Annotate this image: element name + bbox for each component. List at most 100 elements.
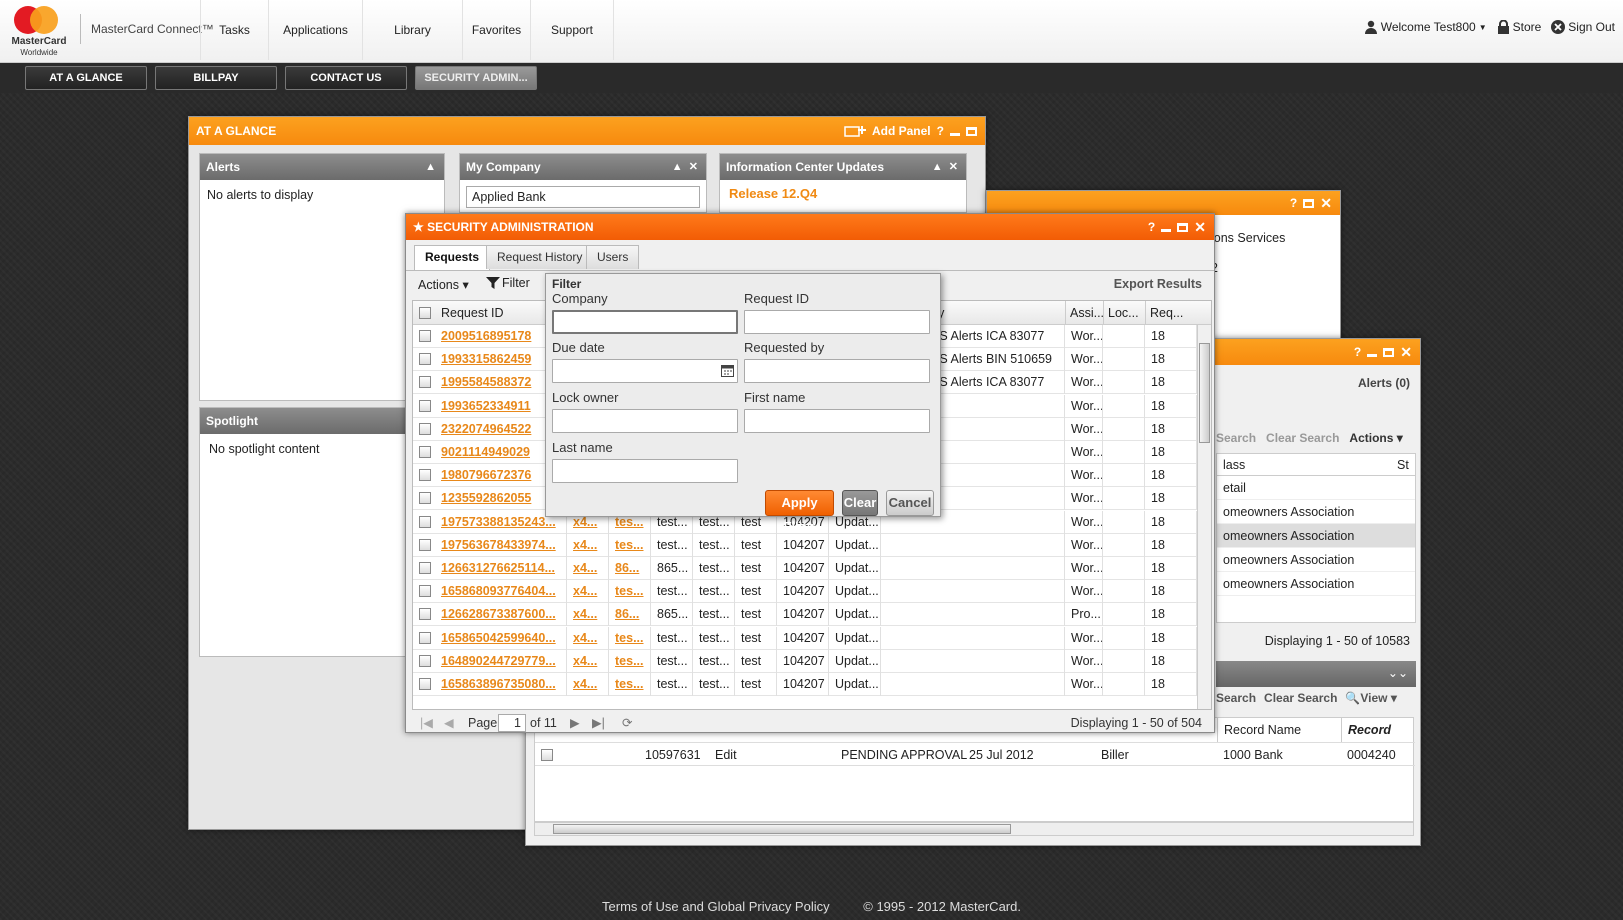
close-icon[interactable]: ✕ — [1194, 220, 1206, 234]
row-checkbox[interactable] — [419, 330, 431, 342]
table-row[interactable]: 126628673387600... x4... 86... 865... test..… — [413, 603, 1211, 627]
cell-id[interactable]: 126628673387600... — [435, 603, 567, 627]
calendar-icon[interactable] — [721, 364, 734, 377]
col-req[interactable]: Req... — [1145, 301, 1183, 325]
apply-filter-button[interactable]: Apply Filter — [765, 490, 834, 534]
view-menu[interactable]: 🔍View ▾ — [1345, 691, 1396, 705]
nav-library[interactable]: Library — [362, 0, 462, 60]
cell-a[interactable]: x4... — [567, 580, 609, 604]
expand-icon[interactable]: ⌄⌄ — [1388, 666, 1408, 680]
page-input[interactable]: 1 — [498, 714, 526, 732]
prev-page-icon[interactable]: ◀ — [444, 712, 454, 734]
maximize-icon[interactable] — [1303, 198, 1315, 208]
store-link[interactable]: Store — [1497, 20, 1541, 34]
collapse-close-icons[interactable]: ▲ ✕ — [932, 154, 958, 180]
maximize-icon[interactable] — [966, 126, 977, 136]
cell-id[interactable]: 197563678433974... — [435, 533, 567, 557]
cell-b[interactable]: tes... — [609, 649, 651, 673]
last-name-input[interactable] — [552, 459, 738, 483]
cancel-button[interactable]: Cancel — [886, 490, 934, 516]
alerts-count[interactable]: Alerts (0) — [1358, 376, 1410, 390]
row-checkbox[interactable] — [419, 585, 431, 598]
row-checkbox[interactable] — [419, 678, 431, 690]
cell-b[interactable]: tes... — [609, 533, 651, 557]
row-checkbox[interactable] — [419, 538, 431, 551]
list-item[interactable]: omeowners Association — [1217, 500, 1415, 524]
row-checkbox[interactable] — [419, 654, 431, 667]
table-row[interactable]: 10597631 Edit PENDING APPROVAL 25 Jul 20… — [535, 742, 1415, 766]
close-icon[interactable]: ✕ — [1400, 345, 1412, 359]
close-icon[interactable]: ✕ — [1320, 196, 1332, 210]
table-row[interactable]: 165868093776404... x4... tes... test... test… — [413, 580, 1211, 604]
cell-b[interactable]: tes... — [609, 626, 651, 650]
tab-at-a-glance[interactable]: AT A GLANCE — [25, 66, 147, 90]
vertical-scrollbar[interactable] — [1197, 325, 1211, 709]
add-panel-link[interactable]: Add Panel — [872, 124, 931, 138]
help-icon[interactable]: ? — [937, 124, 944, 138]
select-all-checkbox[interactable] — [419, 307, 431, 319]
row-checkbox[interactable] — [419, 353, 431, 366]
request-id-input[interactable] — [744, 310, 930, 334]
minimize-icon[interactable] — [1161, 228, 1172, 232]
col-lock[interactable]: Loc... — [1103, 301, 1139, 325]
welcome-menu[interactable]: Welcome Test800 ▼ — [1364, 20, 1487, 34]
cell-id[interactable]: 165865042599640... — [435, 626, 567, 650]
first-page-icon[interactable]: |◀ — [420, 712, 433, 734]
nav-favorites[interactable]: Favorites — [462, 0, 530, 60]
tab-billpay[interactable]: BILLPAY — [155, 66, 277, 90]
horizontal-scrollbar[interactable] — [534, 822, 1414, 836]
next-page-icon[interactable]: ▶ — [570, 712, 580, 734]
column-class[interactable]: lass St — [1217, 454, 1415, 476]
tab-requests[interactable]: Requests — [414, 245, 491, 270]
row-checkbox[interactable] — [419, 562, 431, 574]
tab-security-admin[interactable]: SECURITY ADMIN... — [415, 66, 537, 90]
list-item[interactable]: etail — [1217, 476, 1415, 500]
cell-a[interactable]: x4... — [567, 533, 609, 557]
row-checkbox[interactable] — [419, 515, 431, 528]
cell-a[interactable]: x4... — [567, 649, 609, 673]
add-panel-icon[interactable] — [844, 125, 866, 137]
minimize-icon[interactable] — [1367, 353, 1378, 357]
cell-id[interactable]: 164890244729779... — [435, 649, 567, 673]
filter-button[interactable]: Filter — [486, 276, 530, 290]
requested-by-input[interactable] — [744, 359, 930, 383]
tab-contact-us[interactable]: CONTACT US — [285, 66, 407, 90]
search-link-2[interactable]: Search — [1216, 691, 1256, 705]
export-results-link[interactable]: Export Results — [1114, 277, 1202, 291]
collapse-icon[interactable]: ▲ — [425, 154, 436, 180]
tab-request-history[interactable]: Request History — [486, 245, 594, 269]
nav-tasks[interactable]: Tasks — [200, 0, 268, 60]
row-checkbox[interactable] — [541, 749, 553, 761]
row-checkbox[interactable] — [419, 492, 431, 505]
cell-b[interactable]: 86... — [609, 557, 651, 580]
table-row[interactable]: 126631276625114... x4... 86... 865... test..… — [413, 557, 1211, 580]
help-icon[interactable]: ? — [1148, 220, 1155, 234]
nav-support[interactable]: Support — [530, 0, 614, 60]
row-checkbox[interactable] — [419, 446, 431, 458]
col-request-id[interactable]: Request ID — [441, 301, 504, 325]
cell-b[interactable]: 86... — [609, 603, 651, 627]
first-name-input[interactable] — [744, 409, 930, 433]
cell-a[interactable]: x4... — [567, 673, 609, 696]
refresh-icon[interactable]: ⟳ — [622, 712, 632, 734]
actions-menu[interactable]: Actions ▾ — [1349, 431, 1402, 445]
table-row[interactable]: 164890244729779... x4... tes... test... test… — [413, 649, 1211, 673]
nav-applications[interactable]: Applications — [268, 0, 362, 60]
clear-search-link[interactable]: Clear Search — [1266, 431, 1339, 445]
collapse-close-icons[interactable]: ▲ ✕ — [672, 154, 698, 180]
list-item[interactable]: omeowners Association — [1217, 524, 1415, 548]
cell-b[interactable]: tes... — [609, 673, 651, 696]
scroll-thumb[interactable] — [1199, 343, 1210, 443]
table-row[interactable]: 165863896735080... x4... tes... test... test… — [413, 673, 1211, 696]
signout-link[interactable]: Sign Out — [1551, 20, 1615, 34]
maximize-icon[interactable] — [1177, 222, 1189, 232]
last-page-icon[interactable]: ▶| — [592, 712, 605, 734]
minimize-icon[interactable] — [950, 132, 960, 136]
lock-owner-input[interactable] — [552, 409, 738, 433]
table-row[interactable]: 165865042599640... x4... tes... test... test… — [413, 626, 1211, 650]
help-icon[interactable]: ? — [1354, 345, 1361, 359]
list-item[interactable]: omeowners Association — [1217, 572, 1415, 596]
cell-id[interactable]: 165863896735080... — [435, 673, 567, 696]
cell-b[interactable]: tes... — [609, 580, 651, 604]
terms-link[interactable]: Terms of Use and Global Privacy Policy — [602, 899, 830, 914]
